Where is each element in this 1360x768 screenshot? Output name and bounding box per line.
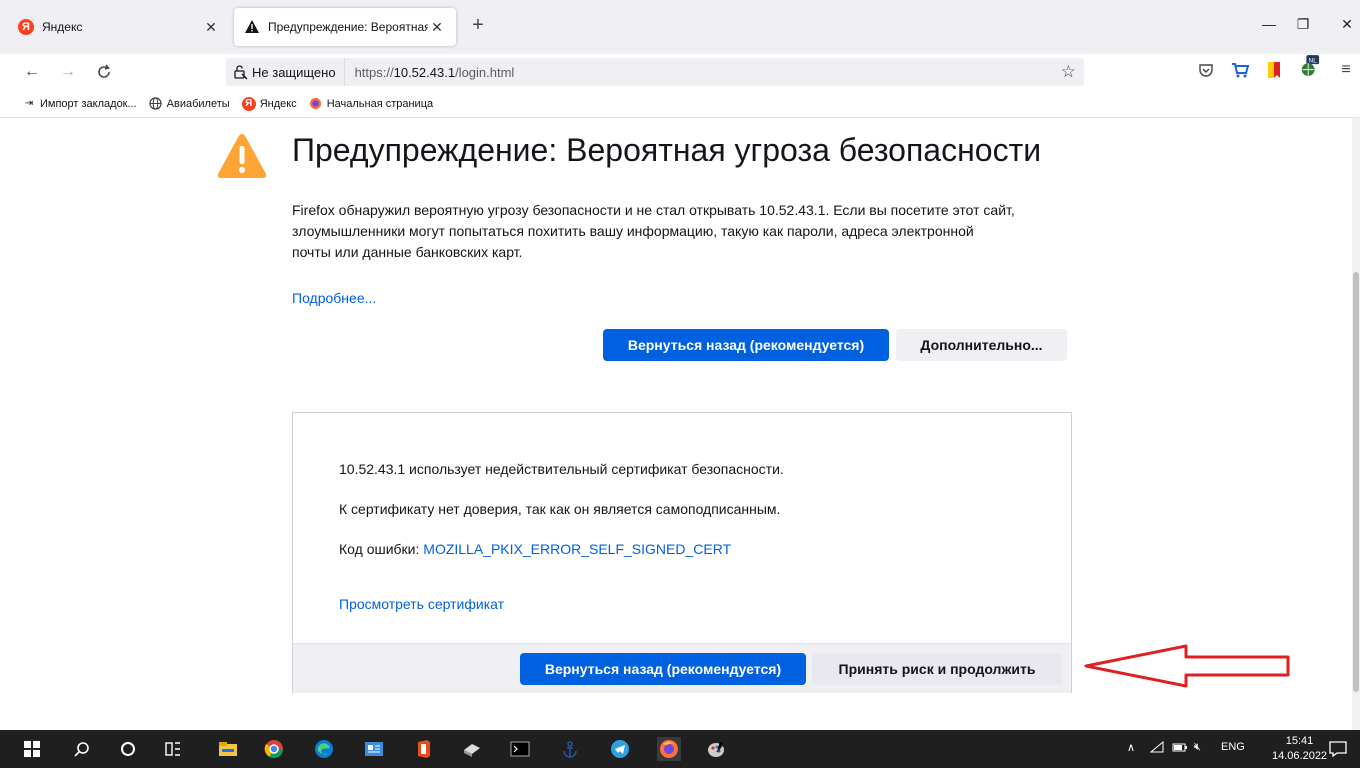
advanced-button[interactable]: Дополнительно... <box>896 329 1067 361</box>
tab-yandex[interactable]: Я Яндекс ✕ <box>8 8 230 46</box>
bookmark-yandex[interactable]: Я Яндекс <box>241 96 297 111</box>
bookmark-label: Импорт закладок... <box>40 97 137 110</box>
bookmark-label: Начальная страница <box>326 97 434 110</box>
description-line: Firefox обнаружил вероятную угрозу безоп… <box>292 202 1015 218</box>
close-tab-icon[interactable]: ✕ <box>428 19 446 36</box>
network-icon[interactable] <box>1149 740 1164 756</box>
description-line: злоумышленники могут попытаться похитить… <box>292 223 974 239</box>
paint-icon[interactable] <box>706 739 726 759</box>
advanced-panel: 10.52.43.1 использует недействительный с… <box>292 412 1072 693</box>
url-prefix: https:// <box>354 64 394 80</box>
tab-label: Предупреждение: Вероятная у <box>268 20 428 34</box>
firefox-icon <box>309 97 323 111</box>
url-bar[interactable]: Не защищено https://10.52.43.1/login.htm… <box>226 58 1084 86</box>
bookmark-aviabilety[interactable]: Авиабилеты <box>149 97 230 111</box>
yandex-icon: Я <box>18 19 34 35</box>
new-tab-button[interactable]: + <box>466 14 490 37</box>
tab-label: Яндекс <box>42 20 83 34</box>
warning-description: Firefox обнаружил вероятную угрозу безоп… <box>292 200 1072 263</box>
reload-button[interactable] <box>92 60 116 84</box>
minimize-button[interactable]: — <box>1254 16 1284 32</box>
terminal-icon[interactable] <box>510 739 530 759</box>
file-explorer-icon[interactable] <box>218 739 238 759</box>
clock-date: 14.06.2022 <box>1272 750 1328 762</box>
description-line: почты или данные банковских карт. <box>292 244 523 260</box>
close-tab-icon[interactable]: ✕ <box>202 19 220 36</box>
certificate-invalid-text: 10.52.43.1 использует недействительный с… <box>339 461 784 477</box>
bookmark-label: Авиабилеты <box>166 97 230 110</box>
app-icon[interactable] <box>364 739 384 759</box>
site-security-indicator[interactable]: Не защищено <box>226 58 345 86</box>
error-code-row: Код ошибки: MOZILLA_PKIX_ERROR_SELF_SIGN… <box>339 541 731 557</box>
battery-icon[interactable] <box>1172 741 1188 756</box>
import-icon: ⇥ <box>24 98 34 109</box>
chrome-icon[interactable] <box>264 739 284 759</box>
reload-icon <box>98 64 110 78</box>
task-view-icon[interactable] <box>163 739 183 759</box>
telegram-icon[interactable] <box>610 739 630 759</box>
view-certificate-link[interactable]: Просмотреть сертификат <box>339 596 504 612</box>
tab-strip: Я Яндекс ✕ Предупреждение: Вероятная у ✕… <box>0 0 1360 54</box>
svg-text:NL: NL <box>1309 57 1318 64</box>
security-label: Не защищено <box>252 64 336 80</box>
extension-nl-icon[interactable]: NL <box>1300 55 1320 76</box>
volume-muted-icon[interactable]: 🔇︎ <box>1194 741 1201 754</box>
go-back-button[interactable]: Вернуться назад (рекомендуется) <box>603 329 889 361</box>
close-window-button[interactable]: ✕ <box>1332 16 1360 33</box>
warning-icon <box>245 20 259 33</box>
bookmarks-toolbar: ⇥ Импорт закладок... Авиабилеты Я Яндекс… <box>0 90 1360 118</box>
search-icon[interactable] <box>72 739 92 759</box>
bookmark-start-page[interactable]: Начальная страница <box>309 97 433 111</box>
globe-icon <box>149 97 163 111</box>
windows-taskbar: ∧ 🔇︎ ENG 15:41 14.06.2022 <box>0 730 1360 768</box>
tab-warning[interactable]: Предупреждение: Вероятная у ✕ <box>234 8 456 46</box>
back-button[interactable]: ← <box>20 60 44 84</box>
printer-app-icon[interactable] <box>462 739 482 759</box>
bookmark-label: Яндекс <box>259 97 297 110</box>
anchor-app-icon[interactable] <box>560 739 580 759</box>
self-signed-text: К сертификату нет доверия, так как он яв… <box>339 501 781 517</box>
notifications-icon[interactable] <box>1328 739 1348 759</box>
clock[interactable]: 15:41 14.06.2022 <box>1272 734 1327 764</box>
learn-more-link[interactable]: Подробнее... <box>292 290 376 306</box>
windows-start-icon[interactable] <box>22 739 42 759</box>
clock-time: 15:41 <box>1285 735 1314 747</box>
warning-icon <box>217 134 267 178</box>
url-host: 10.52.43.1 <box>393 64 456 80</box>
firefox-taskbar-icon[interactable] <box>657 737 681 761</box>
forward-button[interactable]: → <box>56 60 80 84</box>
maximize-button[interactable]: ❐ <box>1288 16 1318 33</box>
url-text[interactable]: https://10.52.43.1/login.html <box>355 65 515 80</box>
panel-footer: Вернуться назад (рекомендуется) Принять … <box>293 643 1071 693</box>
language-indicator[interactable]: ENG <box>1221 741 1245 753</box>
cortana-icon[interactable] <box>118 739 138 759</box>
menu-icon[interactable]: ≡ <box>1336 60 1356 80</box>
red-arrow-annotation <box>1084 644 1290 688</box>
accept-risk-button[interactable]: Принять риск и продолжить <box>812 653 1062 685</box>
show-hidden-icons[interactable]: ∧ <box>1127 741 1135 754</box>
bookmark-import[interactable]: ⇥ Импорт закладок... <box>22 97 137 111</box>
bookmark-flag-icon[interactable] <box>1264 60 1284 80</box>
edge-icon[interactable] <box>314 739 334 759</box>
page-title: Предупреждение: Вероятная угроза безопас… <box>292 132 1042 168</box>
office-icon[interactable] <box>414 739 434 759</box>
yandex-icon: Я <box>241 96 256 111</box>
broken-lock-icon <box>234 65 248 80</box>
panel-go-back-button[interactable]: Вернуться назад (рекомендуется) <box>520 653 806 685</box>
error-code-link[interactable]: MOZILLA_PKIX_ERROR_SELF_SIGNED_CERT <box>423 541 731 557</box>
navigation-bar: ← → Не защищено https://10.52.43.1/login… <box>0 54 1360 90</box>
cart-icon[interactable] <box>1230 60 1250 80</box>
scrollbar-thumb[interactable] <box>1353 272 1359 692</box>
bookmark-star-icon[interactable]: ☆ <box>1061 62 1076 82</box>
pocket-icon[interactable] <box>1196 60 1216 80</box>
url-path: /login.html <box>455 64 515 80</box>
error-code-label: Код ошибки: <box>339 541 424 557</box>
